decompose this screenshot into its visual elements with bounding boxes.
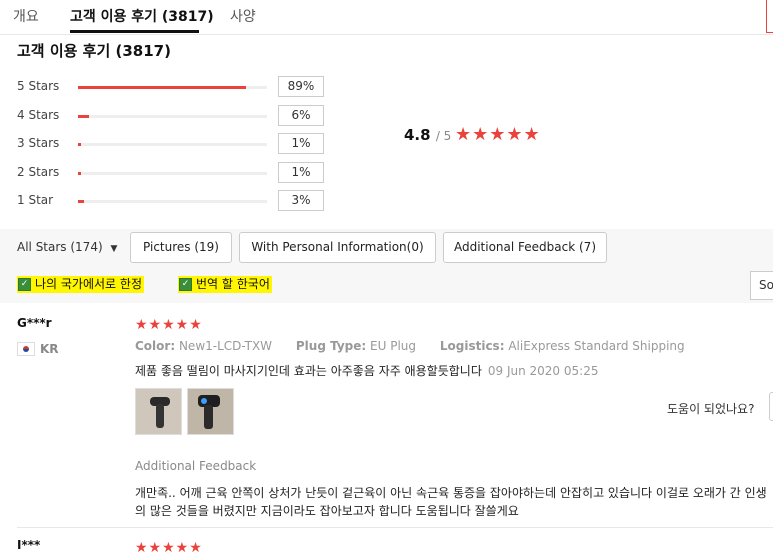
review-meta: Color: New1-LCD-TXW Plug Type: EU Plug L…	[135, 339, 705, 353]
review-photo-thumbnail[interactable]	[135, 388, 182, 435]
plug-value: EU Plug	[370, 339, 417, 353]
rating-row[interactable]: 4 Stars 6%	[0, 105, 340, 127]
average-out-of: / 5	[435, 129, 452, 143]
rating-label: 1 Star	[17, 193, 54, 207]
rating-bar	[78, 172, 267, 175]
logistics-label: Logistics:	[439, 339, 505, 353]
rating-row[interactable]: 5 Stars 89%	[0, 76, 340, 98]
tab-specs[interactable]: 사양	[230, 6, 256, 26]
filter-personal-info-button[interactable]: With Personal Information(0)	[239, 232, 436, 263]
rating-percent: 1%	[278, 162, 324, 183]
rating-bar-fill	[78, 86, 247, 89]
rating-label: 5 Stars	[17, 79, 60, 93]
color-label: Color:	[135, 339, 176, 353]
rating-row[interactable]: 2 Stars 1%	[0, 162, 340, 184]
rating-bar	[78, 86, 267, 89]
cart-button-edge[interactable]	[766, 0, 773, 33]
tab-overview[interactable]: 개요	[13, 6, 39, 26]
checkbox-checked-icon: ✓	[179, 278, 192, 291]
country-filter-checkbox[interactable]: ✓ 나의 국가에서로 한정	[17, 276, 144, 293]
tab-bar: 개요 고객 이용 후기 (3817) 사양	[0, 0, 773, 35]
review-stars-icon: ★★★★★	[135, 317, 203, 333]
helpful-label: 도움이 되었나요?	[667, 402, 755, 416]
color-value: New1-LCD-TXW	[178, 339, 273, 353]
rating-bar	[78, 200, 267, 203]
rating-row[interactable]: 3 Stars 1%	[0, 133, 340, 155]
rating-bar	[78, 143, 267, 146]
flag-kr-icon	[17, 342, 35, 356]
checkbox-checked-icon: ✓	[18, 278, 31, 291]
rating-label: 3 Stars	[17, 136, 60, 150]
reviewer-name: I***	[17, 538, 41, 552]
filter-pictures-button[interactable]: Pictures (19)	[130, 232, 232, 263]
logistics-value: AliExpress Standard Shipping	[508, 339, 685, 353]
active-tab-indicator	[70, 30, 199, 33]
rating-percent: 1%	[278, 133, 324, 154]
filter-additional-feedback-button[interactable]: Additional Feedback (7)	[443, 232, 607, 263]
review-divider	[17, 527, 773, 528]
rating-percent: 89%	[278, 76, 324, 97]
all-stars-label: All Stars (174)	[17, 240, 103, 254]
tab-reviews[interactable]: 고객 이용 후기 (3817)	[70, 6, 214, 26]
additional-feedback-title: Additional Feedback	[135, 459, 257, 473]
reviewer-name: G***r	[17, 316, 52, 330]
reviewer-country: KR	[40, 342, 59, 356]
rating-bar	[78, 115, 267, 118]
average-value: 4.8	[404, 126, 431, 144]
rating-bar-fill	[78, 115, 90, 118]
rating-label: 4 Stars	[17, 108, 60, 122]
rating-percent: 3%	[278, 190, 324, 211]
rating-percent: 6%	[278, 105, 324, 126]
rating-bar-fill	[78, 172, 81, 175]
additional-feedback-text: 개만족.. 어깨 근육 안쪽이 상처가 난듯이 겉근육이 아닌 속근육 통증을 …	[135, 486, 767, 518]
review-stars-icon: ★★★★★	[135, 540, 203, 556]
country-filter-label: 나의 국가에서로 한정	[35, 277, 142, 291]
rating-bar-fill	[78, 200, 84, 203]
average-rating: 4.8 / 5	[404, 126, 451, 144]
average-stars-icon: ★★★★★	[455, 124, 541, 145]
sort-dropdown[interactable]: So	[750, 271, 773, 300]
reviews-title: 고객 이용 후기 (3817)	[17, 42, 171, 60]
chevron-down-icon: ▼	[110, 244, 118, 254]
rating-row[interactable]: 1 Star 3%	[0, 190, 340, 212]
review-photo-thumbnail[interactable]	[187, 388, 234, 435]
all-stars-dropdown[interactable]: All Stars (174) ▼	[17, 240, 117, 254]
rating-bar-fill	[78, 143, 81, 146]
plug-label: Plug Type:	[295, 339, 367, 353]
translate-label: 번역 할 한국어	[196, 277, 270, 291]
rating-label: 2 Stars	[17, 165, 60, 179]
helpful-button[interactable]	[769, 392, 773, 421]
review-text-line: 제품 좋음 떨림이 마사지기인데 효과는 아주좋음 자주 애용할듯합니다 09 J…	[135, 362, 598, 379]
review-text: 제품 좋음 떨림이 마사지기인데 효과는 아주좋음 자주 애용할듯합니다	[135, 364, 482, 378]
translate-checkbox[interactable]: ✓ 번역 할 한국어	[178, 276, 272, 293]
review-date: 09 Jun 2020 05:25	[487, 364, 599, 378]
